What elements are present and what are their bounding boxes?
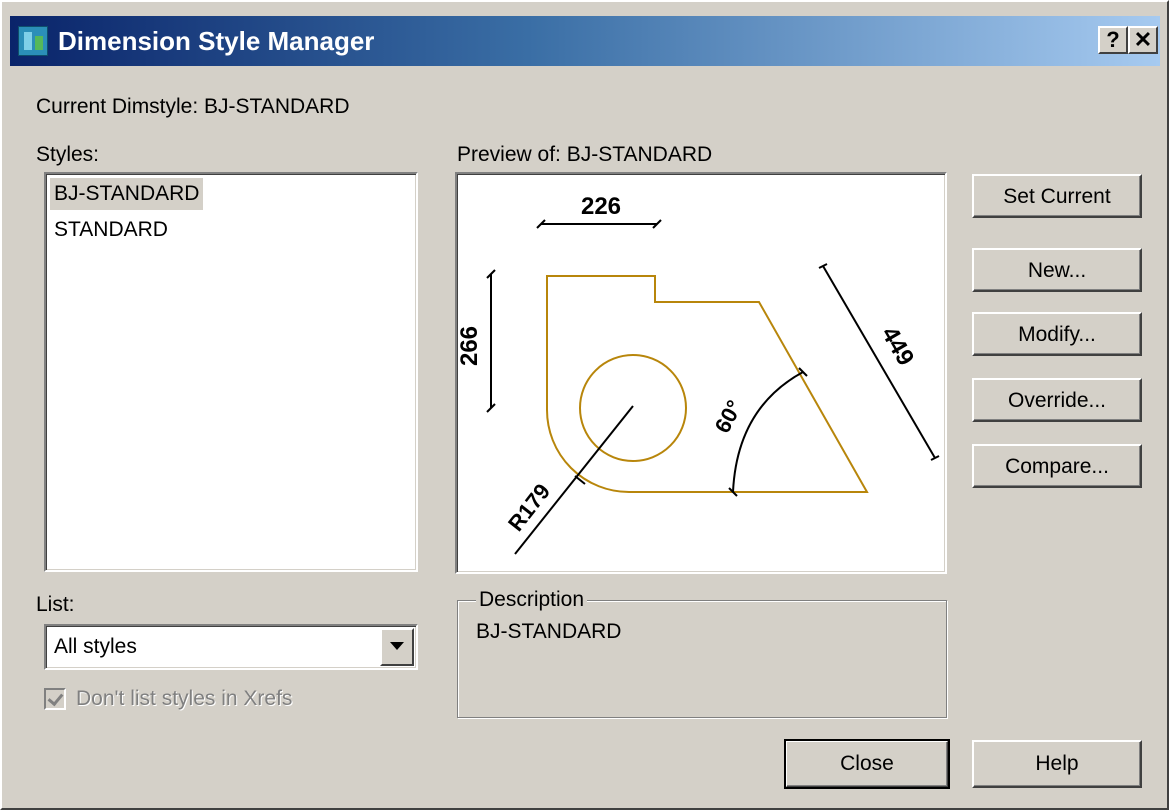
list-label: List: [36,593,75,616]
description-legend: Description [476,587,588,613]
dimension-style-manager-dialog: Dimension Style Manager ? ✕ Current Dims… [0,0,1169,810]
window-title: Dimension Style Manager [58,26,375,56]
preview-panel: 226 266 449 60° R179 [455,172,947,574]
styles-label: Styles: [36,143,100,166]
preview-circle [579,354,687,462]
current-dimstyle-label: Current Dimstyle: BJ-STANDARD [36,95,350,118]
close-button[interactable]: Close [784,739,950,789]
horizontal-dimension-text: 226 [581,193,621,220]
angular-dimension [728,367,808,497]
override-button[interactable]: Override... [972,378,1142,422]
angular-dimension-text: 60° [710,396,748,437]
help-button[interactable]: Help [972,740,1142,788]
compare-button[interactable]: Compare... [972,444,1142,488]
aligned-dimension [818,263,940,461]
chevron-down-icon[interactable] [380,628,414,666]
description-group: Description BJ-STANDARD [457,587,947,718]
list-filter-value: All styles [54,635,137,658]
radius-dimension-text: R179 [503,479,555,536]
description-text: BJ-STANDARD [476,620,622,643]
context-help-button[interactable]: ? [1098,26,1128,54]
styles-list[interactable]: BJ-STANDARD STANDARD [44,172,418,572]
preview-outline-shape [546,275,869,493]
set-current-button[interactable]: Set Current [972,174,1142,218]
preview-label: Preview of: BJ-STANDARD [457,143,713,166]
aligned-dimension-text: 449 [876,322,919,370]
dimension-preview-drawing: 226 266 449 60° R179 [457,193,940,555]
modify-button[interactable]: Modify... [972,312,1142,356]
style-item-bj-standard[interactable]: BJ-STANDARD [50,178,204,210]
radius-dimension [514,405,634,555]
style-item-standard[interactable]: STANDARD [50,214,172,246]
close-window-button[interactable]: ✕ [1128,26,1158,54]
title-bar[interactable]: Dimension Style Manager ? ✕ [10,16,1160,66]
new-button[interactable]: New... [972,248,1142,292]
autocad-app-icon [18,26,48,56]
dont-list-xrefs-label: Don't list styles in Xrefs [76,687,293,710]
vertical-dimension [486,269,496,413]
dont-list-xrefs-checkbox[interactable] [44,688,66,710]
horizontal-dimension [536,219,662,229]
list-filter-dropdown[interactable]: All styles [44,624,418,670]
vertical-dimension-text: 266 [457,326,483,366]
